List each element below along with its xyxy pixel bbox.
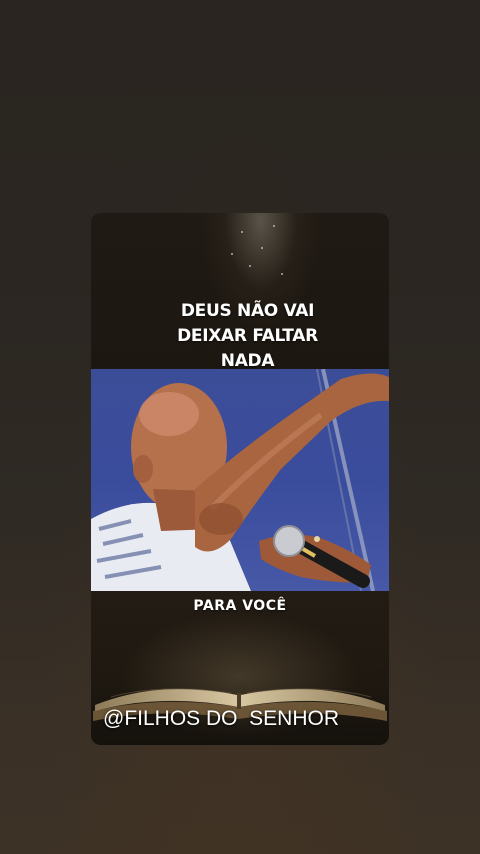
post-card[interactable]: DEUS NÃO VAI DEIXAR FALTAR NADA PARA VOC…: [91, 213, 389, 745]
sparkle: [241, 231, 243, 233]
sparkle: [261, 247, 263, 249]
headline-line-2: DEIXAR FALTAR: [177, 326, 318, 346]
preacher-photo: [91, 369, 389, 591]
post-headline: DEUS NÃO VAI DEIXAR FALTAR NADA: [91, 299, 389, 374]
preacher-illustration: [91, 369, 389, 591]
sparkle: [249, 265, 251, 267]
account-handle[interactable]: @FILHOS DO SENHOR: [103, 707, 339, 731]
headline-line-1: DEUS NÃO VAI: [180, 301, 315, 321]
sparkle: [281, 273, 283, 275]
sparkle: [273, 225, 275, 227]
sparkle: [231, 253, 233, 255]
post-subline: PARA VOCÊ: [193, 598, 287, 614]
card-top-section: DEUS NÃO VAI DEIXAR FALTAR NADA: [91, 213, 389, 371]
